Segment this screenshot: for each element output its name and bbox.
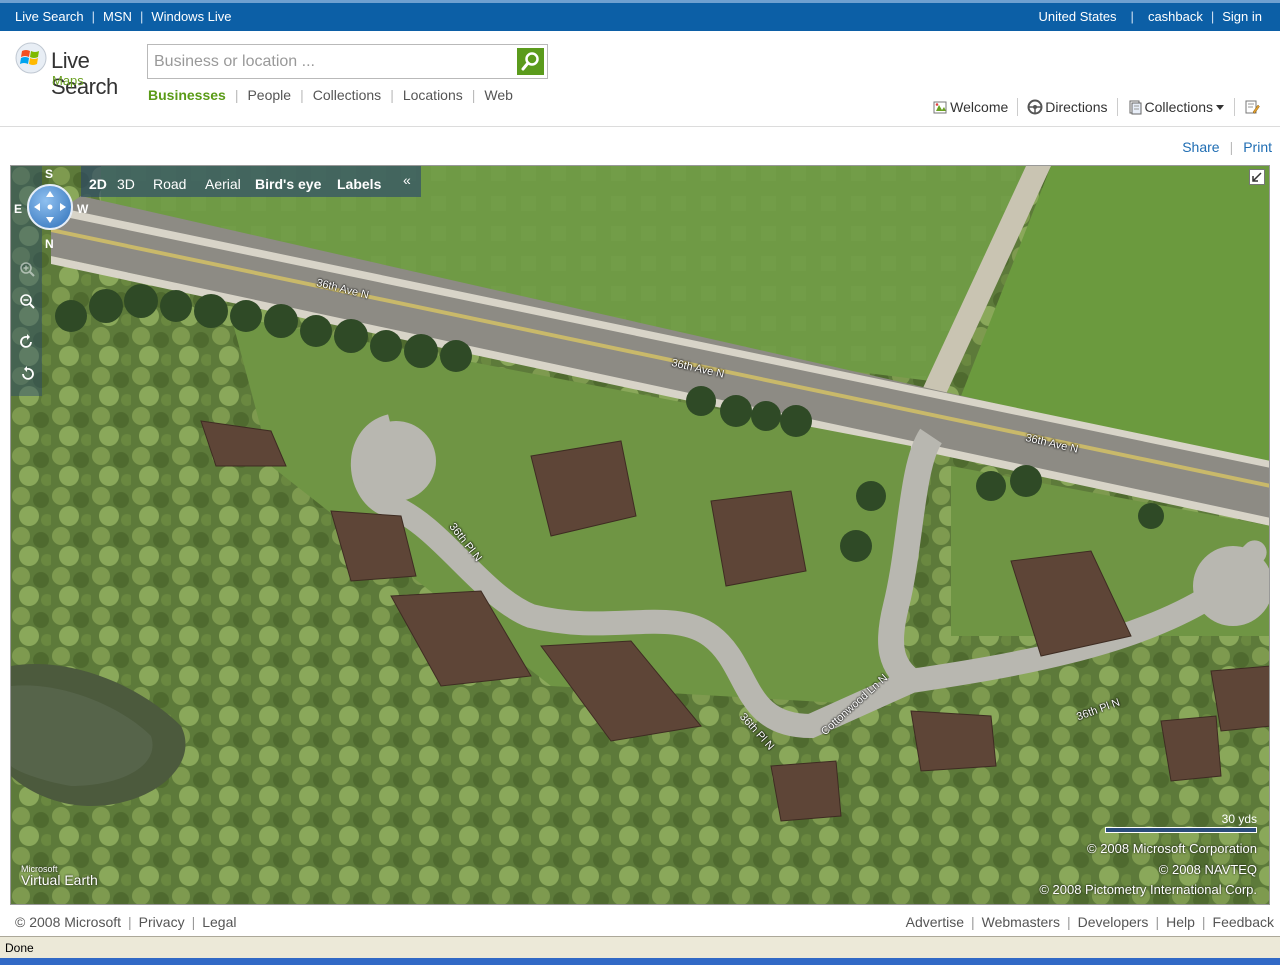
footer-right: Advertise | Webmasters | Developers | Help | Fee… xyxy=(905,914,1274,930)
collections-label: Collections xyxy=(1144,99,1213,115)
copyright-navteq: © 2008 NAVTEQ xyxy=(1158,862,1257,877)
developers-link[interactable]: Developers xyxy=(1078,914,1149,930)
browser-status-bar: Done xyxy=(0,936,1280,958)
compass-top-letter: S xyxy=(45,167,54,181)
welcome-icon xyxy=(933,101,947,114)
expand-map-icon[interactable] xyxy=(1249,169,1265,185)
directions-button[interactable]: Directions xyxy=(1027,99,1108,115)
map-view[interactable]: S E W N 2D 3D Road Aerial Bird's eye Lab… xyxy=(10,165,1270,905)
chevron-down-icon xyxy=(1216,105,1224,110)
zoom-out-icon xyxy=(20,294,35,309)
scope-web[interactable]: Web xyxy=(484,87,513,103)
collapse-toolbar-button[interactable]: « xyxy=(403,172,411,188)
help-link[interactable]: Help xyxy=(1166,914,1195,930)
birds-eye-view-button[interactable]: Bird's eye xyxy=(255,176,321,192)
webmasters-link[interactable]: Webmasters xyxy=(982,914,1060,930)
feedback-link[interactable]: Feedback xyxy=(1213,914,1274,930)
collections-button[interactable]: Collections xyxy=(1127,99,1225,115)
steering-wheel-icon xyxy=(1027,99,1043,115)
toolbar-divider xyxy=(1234,98,1235,116)
windows-flag-icon xyxy=(15,42,47,74)
header-divider xyxy=(0,126,1280,127)
copyright-pictometry: © 2008 Pictometry International Corp. xyxy=(1039,882,1257,897)
footer-copyright: © 2008 Microsoft xyxy=(15,914,122,930)
compass-control[interactable] xyxy=(27,184,73,230)
rotate-counterclockwise-button[interactable] xyxy=(17,366,37,386)
map-toolbar-links: Welcome Directions Collections xyxy=(932,98,1262,116)
search-scope-tabs: Businesses | People | Collections | Locations |… xyxy=(148,87,513,103)
scale-bar xyxy=(1105,827,1257,833)
taskbar-strip xyxy=(0,958,1280,965)
sign-in-link[interactable]: Sign in xyxy=(1222,9,1262,24)
scale-label: 30 yds xyxy=(1221,812,1257,826)
toolbar-divider xyxy=(1116,98,1118,116)
directions-label: Directions xyxy=(1045,99,1108,115)
welcome-label: Welcome xyxy=(950,99,1009,115)
top-right-links: United States | cashback | Sign in xyxy=(1038,9,1263,24)
print-link[interactable]: Print xyxy=(1243,139,1272,155)
welcome-button[interactable]: Welcome xyxy=(932,99,1008,115)
scope-people[interactable]: People xyxy=(247,87,291,103)
msn-link[interactable]: MSN xyxy=(103,9,132,24)
scope-businesses[interactable]: Businesses xyxy=(148,87,226,103)
compass-left-letter: E xyxy=(14,202,23,216)
search-button[interactable] xyxy=(517,48,544,75)
scope-collections[interactable]: Collections xyxy=(313,87,381,103)
privacy-link[interactable]: Privacy xyxy=(139,914,185,930)
view-3d-button[interactable]: 3D xyxy=(117,176,135,192)
status-text: Done xyxy=(5,941,34,955)
compass-bottom-letter: N xyxy=(45,237,54,251)
aerial-view-button[interactable]: Aerial xyxy=(205,176,241,192)
region-link[interactable]: United States xyxy=(1039,9,1117,24)
rotate-clockwise-icon xyxy=(20,334,32,348)
logo-subtitle: Maps xyxy=(52,73,84,88)
edit-button[interactable] xyxy=(1244,99,1262,115)
copyright-microsoft: © 2008 Microsoft Corporation xyxy=(1087,841,1257,856)
share-print-links: Share | Print xyxy=(1182,139,1272,155)
zoom-in-icon xyxy=(20,262,35,277)
share-link[interactable]: Share xyxy=(1182,139,1219,155)
cashback-link[interactable]: cashback xyxy=(1148,9,1203,24)
footer-left: © 2008 Microsoft | Privacy | Legal xyxy=(15,914,237,930)
live-search-link[interactable]: Live Search xyxy=(15,9,84,24)
pan-arrows-icon xyxy=(34,191,66,223)
labels-toggle[interactable]: Labels xyxy=(337,176,381,192)
scope-locations[interactable]: Locations xyxy=(403,87,463,103)
live-search-logo[interactable]: Live Search Maps xyxy=(15,42,145,99)
top-bar: Live Search | MSN | Windows Live United Stat… xyxy=(0,0,1280,31)
zoom-in-button[interactable] xyxy=(17,261,37,281)
edit-note-icon xyxy=(1245,100,1260,114)
rotate-clockwise-button[interactable] xyxy=(17,334,37,354)
road-view-button[interactable]: Road xyxy=(153,176,186,192)
ve-logo-big: Virtual Earth xyxy=(21,872,98,888)
view-2d-button[interactable]: 2D xyxy=(89,176,107,192)
advertise-link[interactable]: Advertise xyxy=(906,914,964,930)
search-input[interactable] xyxy=(152,49,516,75)
collections-icon xyxy=(1129,100,1142,115)
top-links: Live Search | MSN | Windows Live xyxy=(15,9,232,24)
legal-link[interactable]: Legal xyxy=(202,914,236,930)
aerial-imagery xyxy=(11,166,1269,904)
page-footer: © 2008 Microsoft | Privacy | Legal Advertise… xyxy=(0,912,1280,934)
map-view-toolbar: 2D 3D Road Aerial Bird's eye Labels « xyxy=(81,166,421,197)
zoom-out-button[interactable] xyxy=(17,293,37,313)
toolbar-divider xyxy=(1017,98,1019,116)
rotate-counterclockwise-icon xyxy=(22,366,34,380)
virtual-earth-logo: Microsoft Virtual Earth xyxy=(21,864,98,888)
windows-live-link[interactable]: Windows Live xyxy=(151,9,231,24)
search-icon xyxy=(521,52,539,71)
search-box xyxy=(147,44,548,79)
compass-right-letter: W xyxy=(77,202,89,216)
